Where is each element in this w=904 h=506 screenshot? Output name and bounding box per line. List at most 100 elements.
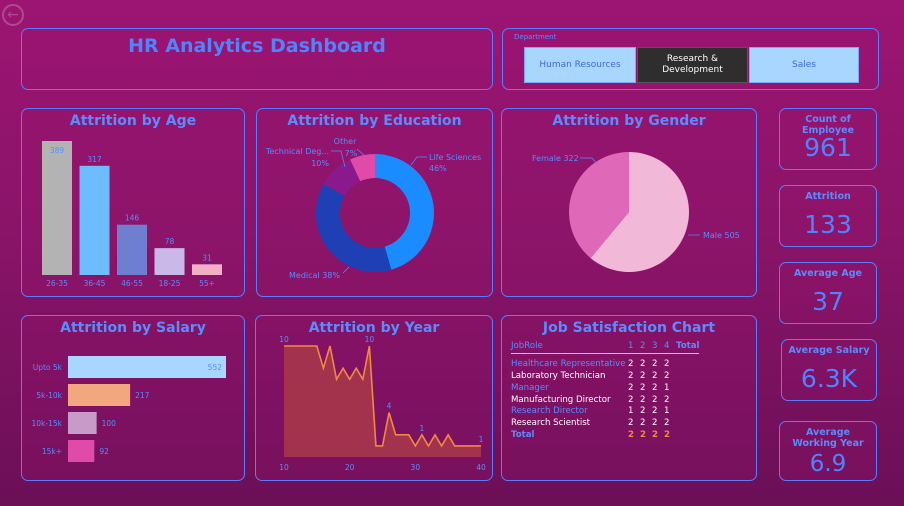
education-data-label: Other [334,137,357,146]
table-row[interactable]: Laboratory Technician 2 2 2 2 [511,371,699,383]
kpi-label: Attrition [805,191,851,202]
table-cell-value: 2 [652,382,658,393]
table-cell-value: 2 [628,430,634,441]
attrition-by-gender-panel: Attrition by Gender Female 322 Male 505 [501,108,757,297]
table-cell-role: Manager [511,382,549,393]
table-header-row: JobRole 1 2 3 4 Total [511,341,700,354]
table-total-row[interactable]: Total 2 2 2 2 [511,430,699,442]
age-bar[interactable] [192,264,222,275]
age-tick-label: 55+ [199,279,215,288]
table-cell-value: 1 [628,406,634,417]
department-slicer-label: Department [514,33,557,41]
table-row[interactable]: Research Scientist 2 2 2 2 [511,418,699,430]
back-arrow-icon[interactable]: ← [2,4,24,26]
attrition-by-age-panel: Attrition by Age 389 26-35 317 36-45 146 46-5… [21,108,245,297]
table-cell-value: 2 [640,359,646,370]
education-data-label: 10% [311,159,329,168]
salary-bar[interactable] [68,412,97,434]
table-header-cell[interactable]: Total [676,341,700,354]
slicer-option-sales[interactable]: Sales [749,47,859,83]
table-cell-value: 2 [664,371,670,382]
slicer-option-human-resources[interactable]: Human Resources [524,47,636,83]
table-row[interactable]: Manager 2 2 2 1 [511,383,699,395]
department-slicer: Department Human Resources Research & De… [502,28,879,90]
salary-bar-value: 100 [102,419,117,428]
table-cell-value: 2 [664,359,670,370]
job-satisfaction-table: JobRole 1 2 3 4 Total Healthcare Representativ… [511,341,700,442]
table-cell-value: 2 [640,430,646,441]
table-cell-value: 2 [628,382,634,393]
table-cell-role: Laboratory Technician [511,371,606,382]
table-cell-value: 2 [664,430,670,441]
table-cell-value: 2 [628,394,634,405]
age-bar-value: 31 [202,253,212,262]
salary-tick-label: Upto 5k [33,363,63,372]
table-cell-value: 2 [640,406,646,417]
education-data-label: Medical 38% [289,271,340,280]
age-bar[interactable] [79,165,110,275]
year-data-label: 10 [279,335,289,344]
age-bar[interactable] [154,248,185,275]
table-cell-total [676,359,699,371]
table-cell-value: 2 [640,394,646,405]
table-row[interactable]: Healthcare Representative 2 2 2 2 [511,359,699,371]
age-bar-value: 146 [125,214,140,223]
gender-data-label: Male 505 [703,231,740,240]
table-cell-total [676,371,699,383]
kpi-average-salary: Average Salary 6.3K [781,339,877,401]
kpi-average-age: Average Age 37 [779,262,877,324]
education-data-label: Life Sciences [429,153,481,162]
year-tick-label: 20 [345,463,355,472]
kpi-label: Average Age [794,268,862,279]
age-tick-label: 36-45 [84,279,106,288]
table-cell-total [676,430,699,442]
title-panel: HR Analytics Dashboard [21,28,493,90]
table-cell-value: 2 [652,394,658,405]
salary-tick-label: 10k-15k [32,419,63,428]
attrition-by-gender-chart: Female 322 Male 505 [532,152,740,272]
salary-bar-value: 217 [135,391,150,400]
table-row[interactable]: Research Director 1 2 2 1 [511,406,699,418]
table-cell-total [676,418,699,430]
table-cell-total [676,406,699,418]
table-header-cell[interactable]: 2 [640,341,652,354]
page-title: HR Analytics Dashboard [128,35,386,57]
table-cell-value: 2 [640,382,646,393]
table-header-cell[interactable]: JobRole [511,341,628,354]
table-cell-value: 2 [640,418,646,429]
job-satisfaction-title: Job Satisfaction Chart [542,320,716,336]
kpi-value: 6.9 [809,451,847,477]
age-tick-label: 18-25 [159,279,181,288]
kpi-value: 37 [812,287,844,316]
salary-bar[interactable] [68,384,131,406]
table-header-cell[interactable]: 3 [652,341,664,354]
salary-tick-label: 5k-10k [36,391,62,400]
attrition-by-education-panel: Attrition by Education Life Sciences 46% M… [256,108,493,297]
table-cell-value: 1 [664,406,670,417]
attrition-by-year-panel: Attrition by Year 10 20 30 40 10 10 4 1 1 [255,315,493,481]
education-leader-line [410,156,427,166]
year-tick-label: 40 [476,463,486,472]
age-bar[interactable] [117,224,147,275]
salary-bar-value: 92 [99,447,109,456]
slicer-option-research-development[interactable]: Research & Development [637,47,748,83]
table-cell-value: 2 [652,418,658,429]
table-row[interactable]: Manufacturing Director 2 2 2 2 [511,395,699,407]
salary-bar[interactable] [68,356,226,378]
age-bar-value: 78 [165,237,175,246]
salary-tick-label: 15k+ [42,447,62,456]
salary-bar[interactable] [68,440,95,462]
attrition-by-education-chart: Life Sciences 46% Medical 38% Technical Deg… [265,137,481,280]
education-data-label: Technical Deg... [265,147,329,156]
education-leader-line [342,266,350,274]
kpi-attrition: Attrition 133 [779,185,877,247]
table-cell-value: 2 [628,371,634,382]
attrition-by-salary-chart: Upto 5k 552 5k-10k 217 10k-15k 100 15k+ 92 [32,356,226,462]
education-slice[interactable] [316,184,392,272]
year-data-label: 1 [420,424,425,433]
age-bar[interactable] [42,141,72,275]
kpi-label: Average Working Year [792,427,864,449]
year-data-label: 10 [365,335,375,344]
table-header-cell[interactable]: 4 [664,341,676,354]
table-header-cell[interactable]: 1 [628,341,640,354]
